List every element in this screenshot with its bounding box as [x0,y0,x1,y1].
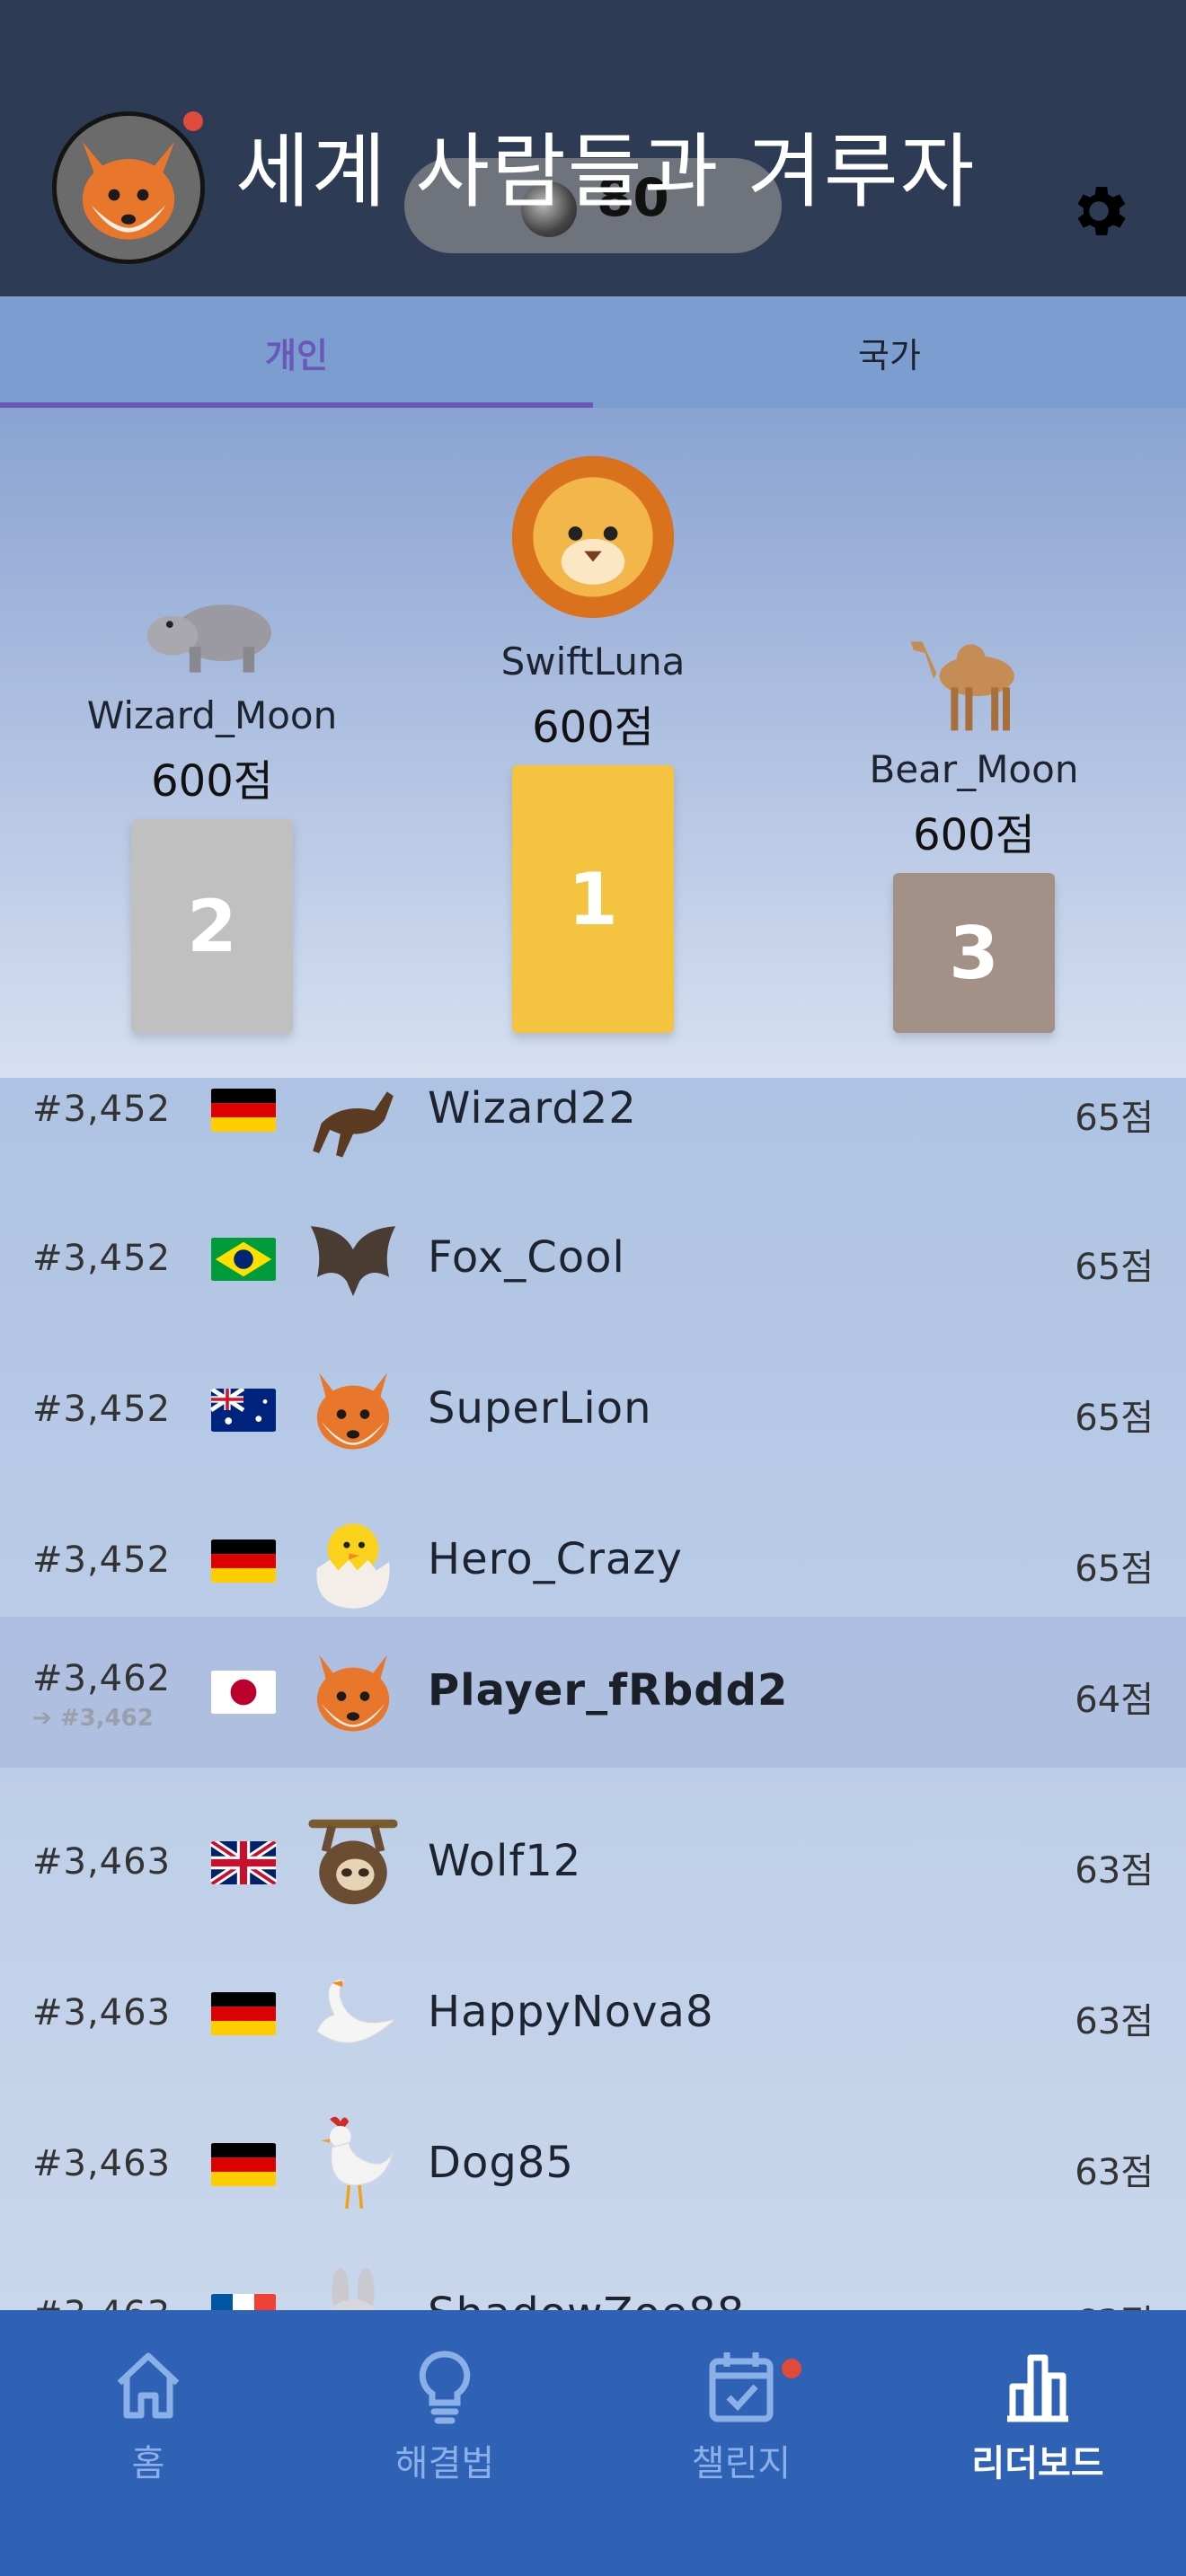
first-place-block: 1 [512,765,674,1033]
nav-solutions[interactable]: 해결법 [296,2310,593,2517]
camel-icon [902,623,1046,740]
flag-de-icon [210,1992,277,2035]
first-place-score: 600점 [532,702,654,753]
first-place-name: SwiftLuna [500,640,686,684]
second-place-score: 600점 [151,756,273,807]
third-place-block: 3 [893,873,1055,1033]
row-score: 63점 [1075,2001,1154,2042]
row-rank: #3,462 [32,1658,172,1699]
fox-icon [300,1640,406,1746]
profile-avatar[interactable] [52,111,205,264]
page-title: 세계 사람들과 겨루자 [235,125,977,219]
row-rank: #3,463 [32,2294,171,2310]
row-score: 65점 [1075,1398,1154,1439]
row-rank-previous: ➔ #3,462 [32,1705,154,1732]
tab-bar: 개인 국가 [0,296,1186,408]
leaderboard-row[interactable]: #3,452 Wizard22 65점 [0,1078,1186,1184]
row-score: 63점 [1075,2294,1154,2310]
leaderboard-row[interactable]: #3,463 Dog85 63점 [0,2089,1186,2240]
horse-icon [300,1078,406,1166]
row-rank: #3,452 [32,1389,172,1430]
nav-challenge-label: 챌린지 [691,2443,792,2484]
challenge-notification-badge [782,2359,801,2378]
second-place-block: 2 [131,819,293,1033]
rooster-icon [300,2109,406,2215]
flag-br-icon [210,1238,277,1281]
podium: SwiftLuna 600점 1 Wizard_Moon 600점 2 Bear… [0,408,1186,1078]
leaderboard-row[interactable]: #3,463 Wolf12 63점 [0,1787,1186,1938]
sloth-icon [300,1809,406,1915]
flag-au-icon [210,1389,277,1432]
tab-country[interactable]: 국가 [593,296,1186,408]
row-name: Wizard22 [428,1083,637,1134]
nav-challenge[interactable]: 챌린지 [593,2310,890,2517]
flag-fr-icon [210,2294,277,2310]
leaderboard-row[interactable]: #3,452 Hero_Crazy 65점 [0,1486,1186,1636]
row-score: 63점 [1075,2152,1154,2193]
row-name: SuperLion [428,1383,652,1434]
flag-de-icon [210,1089,277,1132]
flag-de-icon [210,2143,277,2186]
row-score: 65점 [1075,1247,1154,1288]
app-header: 80 세계 사람들과 겨루자 [0,0,1186,296]
row-rank: #3,463 [32,1841,172,1883]
swan-icon [300,1962,406,2068]
hippo-icon [140,582,284,681]
leaderboard-row[interactable]: #3,452 Fox_Cool 65점 [0,1184,1186,1335]
row-name: Dog85 [428,2138,574,2188]
rabbit-icon [300,2263,406,2310]
flag-gb-icon [210,1841,277,1884]
row-rank: #3,463 [32,1992,172,2033]
leaderboard-row[interactable]: #3,463 HappyNova8 63점 [0,1938,1186,2089]
nav-home-label: 홈 [131,2443,165,2484]
bat-icon [300,1207,406,1313]
nav-solutions-label: 해결법 [394,2443,495,2484]
row-rank: #3,452 [32,1238,172,1279]
row-score: 65점 [1075,1548,1154,1590]
fox-icon [57,116,200,260]
bottom-nav: 홈 해결법 챌린지 리더보드 [0,2310,1186,2576]
row-name: Fox_Cool [428,1232,625,1283]
nav-home[interactable]: 홈 [0,2310,296,2517]
row-score: 63점 [1075,1850,1154,1892]
third-place-score: 600점 [913,810,1035,860]
hatching-chick-icon [300,1509,406,1615]
second-place-name: Wizard_Moon [86,693,338,737]
row-name: Hero_Crazy [428,1534,683,1584]
lion-icon [505,446,681,622]
flag-jp-icon [210,1671,277,1714]
fox-icon [300,1358,406,1464]
current-user-row[interactable]: #3,462 ➔ #3,462 Player_fRbdd2 64점 [0,1617,1186,1768]
leaderboard-row[interactable]: #3,463 ShadowZoe88 63점 [0,2240,1186,2310]
home-icon [117,2352,180,2419]
nav-leaderboard-label: 리더보드 [971,2443,1104,2484]
nav-leaderboard[interactable]: 리더보드 [890,2310,1186,2517]
calendar-check-icon [709,2352,774,2422]
notification-dot [183,111,203,131]
row-rank: #3,452 [32,1089,172,1130]
row-name: ShadowZoe88 [428,2289,745,2310]
row-name: HappyNova8 [428,1987,714,2037]
row-rank: #3,452 [32,1539,172,1581]
tab-personal[interactable]: 개인 [0,296,593,408]
row-score: 65점 [1075,1098,1154,1139]
gear-icon[interactable] [1066,178,1132,244]
row-score: 64점 [1075,1680,1154,1721]
row-name: Wolf12 [428,1836,582,1886]
leaderboard-row[interactable]: #3,452 SuperLion 65점 [0,1335,1186,1486]
row-rank: #3,463 [32,2143,172,2184]
leaderboard-list[interactable]: #3,452 Wizard22 65점 #3,452 Fox_Cool 65점 … [0,1078,1186,2310]
row-name: Player_fRbdd2 [428,1665,789,1716]
third-place-name: Bear_Moon [869,747,1079,791]
bar-chart-icon [1007,2354,1068,2422]
lightbulb-icon [419,2351,471,2424]
flag-de-icon [210,1539,277,1583]
